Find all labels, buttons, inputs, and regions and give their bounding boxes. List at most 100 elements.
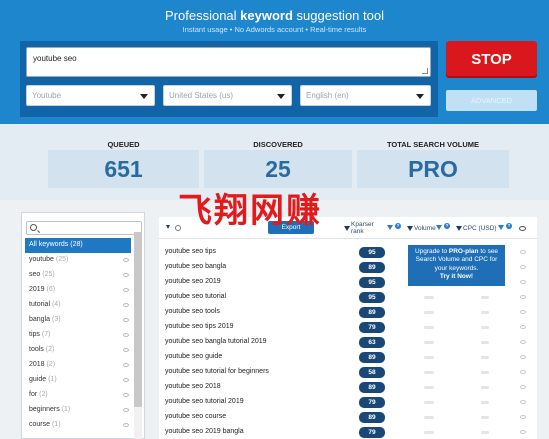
col-header-cpc[interactable]: CPC (USD) — [463, 225, 497, 232]
filter-funnel-icon[interactable] — [498, 225, 504, 230]
country-select[interactable]: United States (us) — [163, 85, 292, 106]
sidebar-item[interactable]: All keywords (28) — [25, 238, 131, 253]
sidebar-item-count: (4) — [51, 301, 61, 308]
eye-icon[interactable] — [520, 385, 526, 389]
sidebar-item-count: (25) — [55, 256, 69, 263]
sidebar-scroll-thumb[interactable] — [134, 232, 142, 407]
eye-icon[interactable] — [123, 393, 129, 397]
sidebar-item[interactable]: tips (7) — [25, 328, 131, 343]
upgrade-banner[interactable]: Upgrade to PRO-plan to see Search Volume… — [408, 245, 505, 286]
table-row[interactable]: youtube seo course 89 — [159, 410, 537, 425]
keyword-cell: youtube seo tutorial 2019 — [165, 398, 244, 405]
sidebar-item[interactable]: bangla (3) — [25, 313, 131, 328]
eye-icon[interactable] — [123, 288, 129, 292]
table-row[interactable]: youtube seo 2018 89 — [159, 380, 537, 395]
sidebar-item[interactable]: beginners (1) — [25, 403, 131, 418]
sidebar-item-label: tools — [29, 346, 44, 353]
sidebar-item[interactable]: youtube (25) — [25, 253, 131, 268]
resize-handle-icon[interactable] — [422, 68, 428, 74]
hero-banner: Professional keyword suggestion tool Ins… — [0, 0, 549, 124]
eye-icon[interactable] — [123, 408, 129, 412]
filter-funnel-icon[interactable] — [436, 225, 442, 230]
help-icon[interactable]: ? — [506, 223, 512, 229]
table-row[interactable]: youtube seo tools 89 — [159, 305, 537, 320]
sidebar-item-label: for — [29, 391, 38, 398]
eye-icon[interactable] — [123, 348, 129, 352]
sidebar-item[interactable]: tutorial (4) — [25, 298, 131, 313]
table-row[interactable]: youtube seo tutorial 95 — [159, 290, 537, 305]
sidebar-item[interactable]: course (1) — [25, 418, 131, 433]
keyword-cell: youtube seo bangla tutorial 2019 — [165, 338, 267, 345]
table-row[interactable]: youtube seo guide 89 — [159, 350, 537, 365]
eye-icon[interactable] — [123, 273, 129, 277]
cpc-hidden — [481, 371, 489, 374]
filter-funnel-icon[interactable] — [387, 225, 393, 230]
col-header-volume[interactable]: Volume — [414, 225, 436, 232]
sidebar-item[interactable]: 2018 (2) — [25, 358, 131, 373]
cpc-hidden — [481, 431, 489, 434]
filter-search-input[interactable] — [26, 221, 142, 235]
keyword-cell: youtube seo 2019 bangla — [165, 428, 244, 435]
table-row[interactable]: youtube seo 2019 bangla 79 — [159, 425, 537, 439]
help-icon[interactable]: ? — [395, 223, 401, 229]
volume-hidden — [424, 311, 434, 314]
advanced-button[interactable]: ADVANCED — [446, 90, 537, 111]
chevron-down-icon — [140, 94, 148, 99]
source-select[interactable]: Youtube — [26, 85, 155, 106]
table-row[interactable]: youtube seo tips 2019 79 — [159, 320, 537, 335]
upgrade-line1-suffix: to see — [478, 248, 499, 255]
sidebar-item[interactable]: guide (1) — [25, 373, 131, 388]
sort-arrow-icon[interactable] — [456, 226, 462, 231]
eye-icon[interactable] — [520, 265, 526, 269]
language-select[interactable]: English (en) — [300, 85, 431, 106]
volume-label: TOTAL SEARCH VOLUME — [386, 140, 480, 149]
eye-icon[interactable] — [520, 280, 526, 284]
sort-arrow-icon[interactable] — [407, 226, 413, 231]
cpc-hidden — [481, 401, 489, 404]
upgrade-cta-link[interactable]: Try it Now! — [440, 273, 473, 280]
table-row[interactable]: youtube seo tutorial 2019 79 — [159, 395, 537, 410]
col-header-rank[interactable]: Kparser rank — [351, 221, 375, 235]
volume-hidden — [424, 401, 434, 404]
eye-icon[interactable] — [519, 226, 526, 231]
keyword-cell: youtube seo guide — [165, 353, 223, 360]
eye-icon[interactable] — [520, 325, 526, 329]
keyword-input[interactable]: youtube seo — [26, 47, 431, 77]
eye-icon[interactable] — [123, 378, 129, 382]
eye-icon[interactable] — [520, 355, 526, 359]
cpc-hidden — [481, 356, 489, 359]
eye-icon[interactable] — [123, 423, 129, 427]
eye-icon[interactable] — [520, 340, 526, 344]
rank-badge: 89 — [359, 352, 385, 363]
eye-icon[interactable] — [520, 430, 526, 434]
sort-arrow-icon[interactable] — [166, 225, 170, 229]
search-panel: youtube seo Youtube United States (us) E… — [20, 41, 438, 117]
eye-icon[interactable] — [123, 258, 129, 262]
table-row[interactable]: youtube seo tutorial for beginners 58 — [159, 365, 537, 380]
sidebar-item-label: 2019 — [29, 286, 45, 293]
keyword-input-value: youtube seo — [33, 54, 77, 63]
eye-icon[interactable] — [520, 415, 526, 419]
eye-icon[interactable] — [520, 250, 526, 254]
eye-icon[interactable] — [520, 295, 526, 299]
eye-icon[interactable] — [520, 400, 526, 404]
table-row[interactable]: youtube seo bangla tutorial 2019 63 — [159, 335, 537, 350]
sidebar-item[interactable]: seo (25) — [25, 268, 131, 283]
sidebar-item[interactable]: 2019 (6) — [25, 283, 131, 298]
sidebar-item-label: guide — [29, 376, 47, 383]
sidebar-item[interactable]: tools (2) — [25, 343, 131, 358]
eye-icon[interactable] — [123, 318, 129, 322]
search-icon — [30, 224, 37, 231]
eye-icon[interactable] — [520, 310, 526, 314]
title-bold: keyword — [240, 8, 293, 23]
eye-icon[interactable] — [123, 363, 129, 367]
eye-icon[interactable] — [123, 333, 129, 337]
stop-button[interactable]: STOP — [446, 41, 537, 78]
cpc-hidden — [481, 386, 489, 389]
eye-icon[interactable] — [123, 303, 129, 307]
help-icon[interactable]: ? — [444, 223, 450, 229]
sort-arrow-icon[interactable] — [344, 226, 350, 231]
sidebar-item[interactable]: for (2) — [25, 388, 131, 403]
sidebar-item-count: (2) — [39, 391, 48, 398]
eye-icon[interactable] — [520, 370, 526, 374]
